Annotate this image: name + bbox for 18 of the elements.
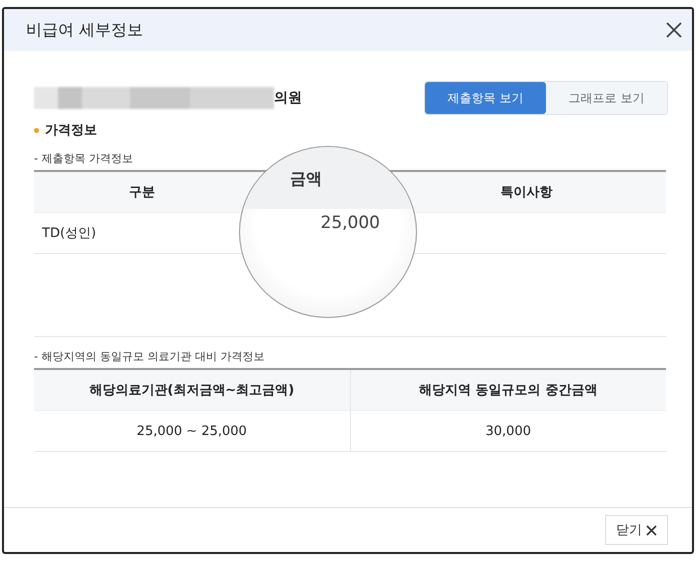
column-header: 해당지역 동일규모의 중간금액 bbox=[350, 369, 666, 410]
column-header: 금액 bbox=[290, 169, 322, 190]
view-tab[interactable]: 제출항목 보기 bbox=[425, 82, 546, 114]
section-title: 가격정보 bbox=[45, 122, 97, 139]
bullet-icon bbox=[34, 128, 39, 132]
table-cell: 25,000 ~ 25,000 bbox=[34, 410, 350, 452]
view-tab[interactable]: 그래프로 보기 bbox=[546, 82, 667, 114]
table-cell: 30,000 bbox=[350, 410, 666, 452]
close-icon bbox=[646, 524, 657, 536]
column-header: 구분 bbox=[34, 171, 250, 212]
table-caption: - 제출항목 가격정보 bbox=[34, 151, 134, 166]
column-header: 해당의료기관(최저금액~최고금액) bbox=[34, 369, 350, 410]
clinic-name: 의원 bbox=[274, 89, 302, 107]
close-icon[interactable] bbox=[664, 20, 684, 40]
table-cell: 25,000 bbox=[320, 213, 380, 233]
table-caption: - 해당지역의 동일규모 의료기관 대비 가격정보 bbox=[34, 349, 266, 364]
dialog-title: 비급여 세부정보 bbox=[26, 20, 144, 40]
close-button[interactable]: 닫기 bbox=[605, 515, 668, 545]
